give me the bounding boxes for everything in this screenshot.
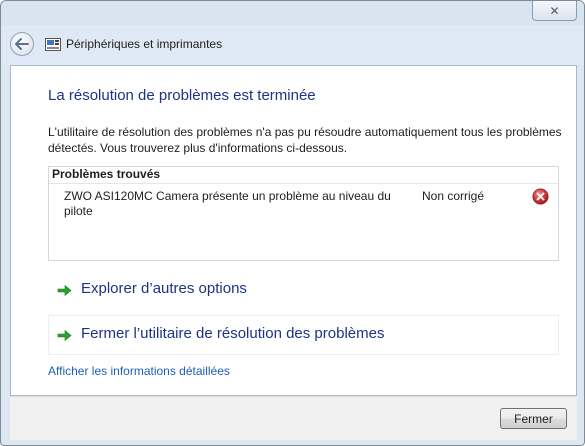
footer-bar: Fermer: [10, 396, 577, 440]
devices-printers-icon: [45, 38, 61, 51]
footer-divider: [10, 396, 577, 397]
problems-divider: [49, 183, 558, 184]
problems-found-box: Problèmes trouvés ZWO ASI120MC Camera pr…: [48, 166, 559, 261]
error-icon: [532, 188, 549, 205]
title-bar: ✕: [1, 1, 584, 25]
navigation-bar: Périphériques et imprimantes: [1, 25, 584, 65]
explore-other-options-link[interactable]: Explorer d’autres options: [48, 270, 559, 310]
back-arrow-icon: [15, 38, 29, 50]
close-icon: ✕: [549, 3, 560, 18]
description-text: L'utilitaire de résolution des problèmes…: [48, 125, 562, 155]
back-button[interactable]: [10, 32, 34, 56]
explore-options-label: Explorer d’autres options: [81, 280, 247, 297]
close-troubleshooter-label: Fermer l’utilitaire de résolution des pr…: [81, 325, 385, 342]
breadcrumb-title: Périphériques et imprimantes: [66, 37, 223, 51]
green-arrow-icon: [57, 284, 72, 297]
problem-status: Non corrigé: [422, 189, 485, 203]
problem-description: ZWO ASI120MC Camera présente un problème…: [64, 189, 391, 218]
green-arrow-icon: [57, 329, 72, 342]
view-detailed-info-link[interactable]: Afficher les informations détaillées: [48, 364, 230, 378]
page-title: La résolution de problèmes est terminée: [48, 87, 316, 104]
close-button[interactable]: Fermer: [500, 408, 567, 429]
window-close-button[interactable]: ✕: [532, 1, 577, 21]
close-troubleshooter-link[interactable]: Fermer l’utilitaire de résolution des pr…: [48, 315, 559, 355]
troubleshooter-window: ✕ Périphériques et imprimantes La résolu…: [0, 0, 585, 446]
content-panel: La résolution de problèmes est terminée …: [10, 65, 577, 396]
problems-found-header: Problèmes trouvés: [52, 167, 161, 181]
